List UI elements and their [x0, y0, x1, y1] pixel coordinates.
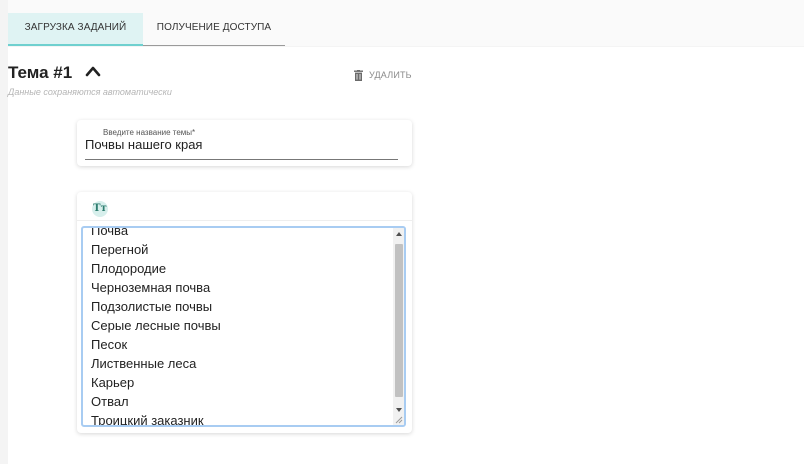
list-item: Подзолистые почвы: [91, 299, 213, 314]
text-format-icon[interactable]: Tт: [92, 201, 108, 217]
topic-title: Тема #1: [8, 63, 73, 82]
chevron-up-icon[interactable]: [84, 64, 102, 78]
list-item: Серые лесные почвы: [91, 318, 221, 333]
topic-name-card: Введите название темы*: [77, 120, 412, 166]
list-item: Перегной: [91, 242, 149, 257]
list-item: Почва: [91, 226, 129, 238]
scroll-down-icon[interactable]: [396, 408, 402, 412]
tab-access[interactable]: ПОЛУЧЕНИЕ ДОСТУПА: [143, 13, 285, 46]
list-item: Песок: [91, 337, 128, 352]
delete-label: УДАЛИТЬ: [369, 70, 412, 80]
scroll-up-icon[interactable]: [396, 232, 402, 236]
tab-bar: ЗАГРУЗКА ЗАДАНИЙ ПОЛУЧЕНИЕ ДОСТУПА: [8, 0, 804, 46]
list-item: Плодородие: [91, 261, 167, 276]
list-item: Карьер: [91, 375, 135, 390]
topic-name-underline: [85, 159, 398, 160]
list-item: Черноземная почва: [91, 280, 211, 295]
topic-name-input[interactable]: [85, 137, 397, 152]
scrollbar[interactable]: [393, 228, 404, 425]
list-item: Лиственные леса: [91, 356, 197, 371]
topic-name-label: Введите название темы*: [103, 128, 196, 137]
list-item: Троицкий заказник: [91, 413, 204, 427]
delete-button[interactable]: УДАЛИТЬ: [354, 68, 412, 82]
topic-panel: Тема #1 Данные сохраняются автоматически…: [8, 47, 804, 464]
keywords-editor-card: Tт Почва Перегной Плодородие Черноземная…: [77, 192, 412, 433]
keywords-textarea[interactable]: Почва Перегной Плодородие Черноземная по…: [81, 226, 406, 427]
trash-icon: [354, 69, 363, 81]
tab-task-upload[interactable]: ЗАГРУЗКА ЗАДАНИЙ: [8, 13, 143, 46]
scrollbar-thumb[interactable]: [395, 244, 403, 397]
resize-grip-icon[interactable]: [395, 416, 403, 424]
list-item: Отвал: [91, 394, 129, 409]
autosave-note: Данные сохраняются автоматически: [8, 87, 172, 97]
toolbar-divider: [77, 220, 412, 221]
